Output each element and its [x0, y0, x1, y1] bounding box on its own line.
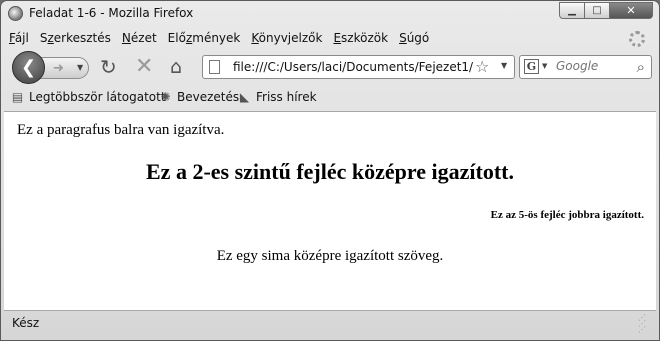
window-title: Feladat 1-6 - Mozilla Firefox [29, 6, 194, 20]
menu-history[interactable]: Előzmények [168, 31, 241, 49]
bookmark-folder-icon: ▤ [11, 89, 24, 104]
bookmark-label: Bevezetés [177, 90, 240, 104]
bookmark-label: Friss hírek [256, 90, 317, 104]
firefox-icon[interactable] [8, 6, 23, 21]
search-bar[interactable]: G ▼ ⌕ [519, 55, 652, 79]
throbber-icon [629, 31, 645, 47]
navigation-bar: ➜ ▼ ❮ ↻ ✕ ⌂ file:///C:/Users/laci/Docume… [1, 49, 659, 84]
menu-view[interactable]: Nézet [122, 31, 157, 49]
left-aligned-paragraph: Ez a paragrafus balra van igazítva. [17, 122, 225, 138]
stop-icon[interactable]: ✕ [135, 56, 153, 78]
url-text[interactable]: file:///C:/Users/laci/Documents/Fejezet1… [233, 60, 473, 74]
browser-window: Feladat 1-6 - Mozilla Firefox ▁ □ ✕ Fájl… [0, 0, 660, 341]
search-icon[interactable]: ⌕ [637, 58, 645, 76]
bookmark-getting-started[interactable]: ✺ Bevezetés [159, 90, 239, 104]
bookmark-label: Legtöbbször látogatott [29, 90, 166, 104]
bookmark-latest-headlines[interactable]: ◣ Friss hírek [238, 90, 317, 104]
bookmark-star-icon[interactable]: ☆ [475, 57, 489, 76]
maximize-button[interactable]: □ [585, 2, 610, 19]
page-icon [209, 60, 220, 74]
bookmark-most-visited[interactable]: ▤ Legtöbbször látogatott [11, 90, 166, 104]
centered-paragraph: Ez egy sima középre igazított szöveg. [216, 248, 444, 264]
back-button[interactable]: ❮ [12, 51, 45, 84]
menu-file[interactable]: Fájl [9, 31, 29, 49]
status-text: Kész [12, 316, 40, 330]
back-arrow-icon: ❮ [20, 57, 37, 78]
firefox-bookmark-icon: ✺ [160, 89, 171, 104]
menu-bookmarks[interactable]: Könyvjelzők [251, 31, 322, 49]
title-bar: Feladat 1-6 - Mozilla Firefox ▁ □ ✕ [1, 1, 659, 27]
right-aligned-heading-5: Ez az 5-ös fejléc jobbra igazított. [490, 209, 644, 221]
rss-feed-icon: ◣ [239, 89, 250, 104]
page-content: Ez a paragrafus balra van igazítva. Ez a… [4, 111, 656, 311]
menu-edit[interactable]: Szerkesztés [40, 31, 111, 49]
menu-tools[interactable]: Eszközök [333, 31, 388, 49]
forward-arrow-icon: ➜ [53, 60, 64, 76]
status-bar: Kész ⋰ ⋰ ⋰ [4, 311, 656, 340]
window-controls: ▁ □ ✕ [559, 2, 653, 19]
google-engine-icon[interactable]: G [524, 59, 539, 74]
bookmarks-toolbar: ▤ Legtöbbször látogatott ✺ Bevezetés ◣ F… [1, 87, 659, 109]
url-bar[interactable]: file:///C:/Users/laci/Documents/Fejezet1… [202, 55, 515, 79]
search-input[interactable] [556, 59, 628, 73]
menu-bar: Fájl Szerkesztés Nézet Előzmények Könyvj… [9, 31, 440, 49]
minimize-button[interactable]: ▁ [559, 2, 585, 19]
history-dropdown-icon[interactable]: ▼ [77, 63, 83, 72]
resize-grip-icon[interactable]: ⋰ ⋰ ⋰ [638, 314, 652, 334]
engine-dropdown-icon[interactable]: ▼ [542, 62, 547, 70]
url-dropdown-icon[interactable]: ▼ [501, 61, 507, 70]
close-button[interactable]: ✕ [610, 2, 653, 19]
reload-icon[interactable]: ↻ [100, 56, 117, 78]
home-icon[interactable]: ⌂ [170, 56, 182, 78]
menu-help[interactable]: Súgó [399, 31, 429, 49]
centered-heading-2: Ez a 2-es szintű fejléc középre igazítot… [146, 159, 514, 184]
